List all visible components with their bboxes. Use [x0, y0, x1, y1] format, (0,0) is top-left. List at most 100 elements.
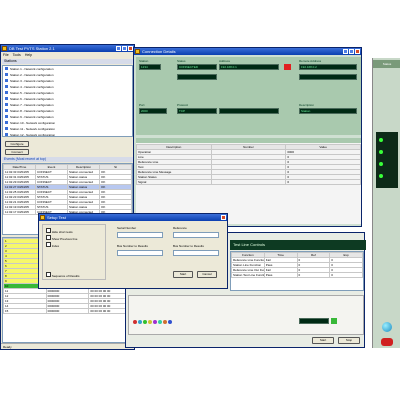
table-cell: 11:02:17 03/04/05	[3, 209, 36, 215]
menu-file[interactable]: File	[3, 52, 9, 58]
tree-item-label: Station 11 - Network configuration	[10, 127, 55, 131]
menu-tools[interactable]: Tools	[13, 52, 21, 58]
col-label: Reference	[173, 226, 187, 230]
field-label: Description	[299, 103, 315, 107]
tree-item-label: Station 3 - Network configuration	[10, 79, 54, 83]
table-cell: Reference Line Function	[231, 257, 265, 263]
tree-item-label: Station 9 - Network configuration	[10, 115, 54, 119]
tree-item[interactable]: Station 12 - Network configuration	[3, 132, 132, 137]
table-row[interactable]: Signal 0	[136, 179, 361, 185]
station-icon	[5, 67, 8, 70]
field-label: Address	[219, 59, 231, 63]
station-icon	[5, 73, 8, 76]
address-field[interactable]: 192.168.0.1	[219, 64, 279, 70]
table-cell: Reference Line Out Function	[231, 267, 265, 273]
menu-help[interactable]: Help	[25, 52, 32, 58]
close-button[interactable]	[355, 49, 360, 54]
tree-item-label: Station 2 - Network configuration	[10, 73, 54, 77]
main-title: DB Test PVTS Station 2.1	[9, 46, 55, 51]
led-indicator-icon	[379, 150, 383, 154]
status-bar: Ready	[1, 343, 134, 349]
tree-item-label: Station 8 - Network configuration	[10, 109, 54, 113]
table-cell: 0000000	[45, 308, 90, 314]
close-button[interactable]	[221, 215, 226, 220]
port-field[interactable]: 2000	[139, 108, 167, 114]
field-label: Port	[139, 103, 145, 107]
tree-item-label: Station 10 - Network configuration	[10, 121, 56, 125]
station-tree: Station 1 - Network configuration Station…	[2, 65, 133, 137]
station-icon	[5, 127, 8, 130]
minimize-button[interactable]	[343, 49, 348, 54]
input-label: Bus Number to Results	[117, 244, 148, 248]
stop-icon[interactable]	[381, 338, 393, 346]
main-title-bar: DB Test PVTS Station 2.1	[1, 45, 134, 52]
station-icon	[5, 109, 8, 112]
bus-input[interactable]	[173, 250, 219, 256]
led-indicator-icon	[379, 138, 383, 142]
tree-header: Stations	[2, 59, 133, 64]
led-panel	[376, 132, 398, 188]
tree-item-label: Station 5 - Network configuration	[10, 91, 54, 95]
status-panel-header: Status	[373, 60, 400, 68]
app-icon	[2, 46, 7, 51]
option-show-previous[interactable]: Show Previous line	[46, 235, 77, 241]
table-cell: Signal	[136, 179, 212, 185]
maximize-button[interactable]	[122, 46, 127, 51]
dialog-icon	[40, 215, 45, 220]
connection-title-bar: Connection Details	[134, 48, 361, 55]
dark-field[interactable]	[219, 108, 279, 114]
led-indicator-icon	[379, 162, 383, 166]
option-hide-short[interactable]: Hide short tests	[46, 228, 73, 234]
status-field[interactable]: CONNECTED	[177, 64, 217, 70]
table-cell: Station Test Line Function	[231, 272, 265, 278]
results-stop-button[interactable]: Stop	[338, 337, 360, 344]
remote-address-field[interactable]: 192.168.0.2	[299, 64, 357, 70]
connection-table: Description Number Value Operation 0000 Line 0…	[136, 138, 361, 224]
sequence-option[interactable]: Sequence of Results	[46, 272, 80, 278]
station-icon	[5, 97, 8, 100]
protocol-field[interactable]: TCP	[177, 108, 217, 114]
green-indicator-icon	[331, 318, 337, 324]
status-panel: Status	[372, 58, 400, 348]
minimize-button[interactable]	[116, 46, 121, 51]
table-cell: 0	[329, 272, 363, 278]
table-cell: Station Line Function	[231, 262, 265, 268]
bus-input[interactable]	[117, 250, 163, 256]
setup-cancel-button[interactable]: Cancel	[197, 271, 217, 278]
serial-input[interactable]	[117, 232, 163, 238]
field-label: Status	[177, 59, 186, 63]
station-icon	[5, 103, 8, 106]
tree-item-label: Station 7 - Network configuration	[10, 103, 54, 107]
conn-header-row: Description Number Value	[136, 144, 361, 150]
window-icon	[135, 49, 140, 54]
option-group: Hide short tests Show Previous line Inde…	[42, 224, 106, 280]
error-indicator-icon	[284, 64, 291, 70]
tree-item-label: Station 6 - Network configuration	[10, 97, 54, 101]
station-icon	[5, 91, 8, 94]
station-icon	[5, 85, 8, 88]
connection-window: Connection Details Station 1234 Status C…	[133, 47, 362, 227]
configure-button[interactable]: Configure	[5, 141, 29, 147]
main-menu-bar: File Tools Help	[1, 52, 134, 58]
connect-button[interactable]: Connect	[5, 149, 29, 155]
option-index[interactable]: Index	[46, 242, 59, 248]
results-lower	[128, 295, 364, 335]
dark-field[interactable]	[299, 74, 357, 80]
field-label: Remote Address	[299, 59, 322, 63]
description-field[interactable]: Station	[299, 108, 357, 114]
table-row[interactable]: Station Test Line Function Pass 0 0	[231, 272, 363, 278]
tree-item-label: Station 4 - Network configuration	[10, 85, 54, 89]
setup-title-bar: Setup Test	[39, 214, 227, 221]
tree-item-label: Station 1 - Network configuration	[10, 67, 54, 71]
maximize-button[interactable]	[349, 49, 354, 54]
globe-icon[interactable]	[382, 322, 392, 332]
results-start-button[interactable]: Start	[312, 337, 334, 344]
tree-item-label: Station 12 - Network configuration	[10, 133, 56, 137]
dark-field[interactable]	[177, 74, 217, 80]
dark-field[interactable]	[299, 318, 329, 324]
table-row[interactable]: 15 0000000 00 00 00 00 00	[3, 308, 132, 314]
setup-start-button[interactable]: Start	[173, 271, 193, 278]
reference-input[interactable]	[173, 232, 219, 238]
table-cell: 15	[3, 308, 47, 314]
station-field[interactable]: 1234	[139, 64, 161, 70]
